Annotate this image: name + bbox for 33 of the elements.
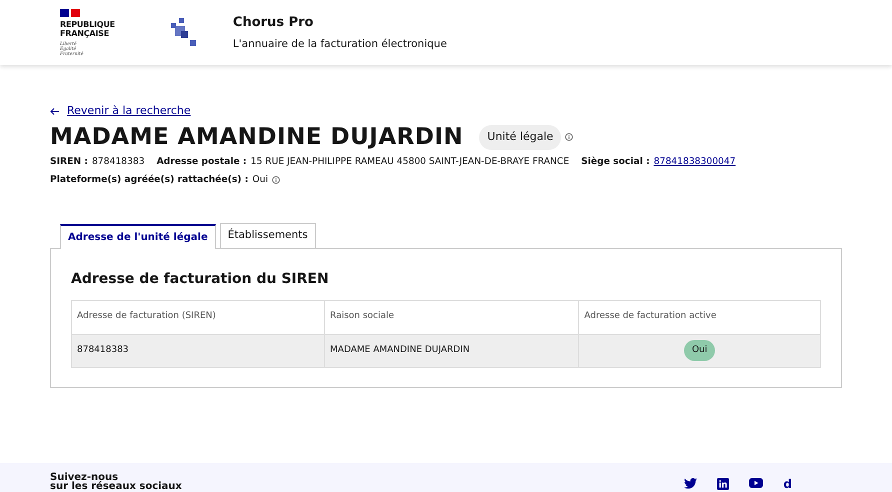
field-value: 15 RUE JEAN-PHILIPPE RAMEAU 45800 SAINT-JEAN-DE-BRAYE FRANCE xyxy=(250,155,570,169)
table-cell: 878418383 xyxy=(72,334,325,368)
entity-type-tag: Unité légale xyxy=(479,125,562,150)
tab[interactable]: Établissements xyxy=(220,222,316,248)
app-subtitle: L'annuaire de la facturation électronique xyxy=(232,36,447,52)
field-label: Adresse postale : xyxy=(156,155,247,169)
column-header: Raison sociale xyxy=(324,300,579,334)
panel-title: Adresse de facturation du SIREN xyxy=(71,270,330,289)
table-cell: MADAME AMANDINE DUJARDIN xyxy=(324,334,579,368)
info-icon xyxy=(272,176,280,184)
field-value: 878418383 xyxy=(92,155,145,169)
info-icon xyxy=(565,133,574,142)
field-label: Plateforme(s) agréée(s) rattachée(s) : xyxy=(50,172,248,187)
field-value: Oui xyxy=(252,172,268,187)
flag-icon xyxy=(60,9,80,17)
field-label: Siège social : xyxy=(581,155,650,169)
linkedin-icon[interactable] xyxy=(717,478,730,490)
field-label: SIREN : xyxy=(50,155,88,169)
follow-text: Suivez-nous sur les réseaux sociaux xyxy=(50,473,182,492)
entity-name: MADAME AMANDINE DUJARDIN xyxy=(50,124,464,152)
back-link[interactable]: Revenir à la recherche xyxy=(67,103,191,120)
app-title: Chorus Pro xyxy=(232,14,314,32)
column-header: Adresse de facturation (SIREN) xyxy=(72,300,325,334)
social-link[interactable]: d xyxy=(783,478,792,490)
bird-icon[interactable] xyxy=(684,478,698,489)
video-play-icon[interactable] xyxy=(749,478,764,488)
squares-logo-icon xyxy=(170,18,197,46)
siret-link[interactable]: 87841838300047 xyxy=(654,155,736,169)
tab[interactable]: Adresse de l'unité légale xyxy=(60,224,216,249)
status-tag: Oui xyxy=(684,340,716,362)
back-arrow-icon xyxy=(50,108,59,115)
republic-name: REPUBLIQUE FRANÇAISE xyxy=(60,20,115,38)
column-header: Adresse de facturation active xyxy=(578,300,820,334)
